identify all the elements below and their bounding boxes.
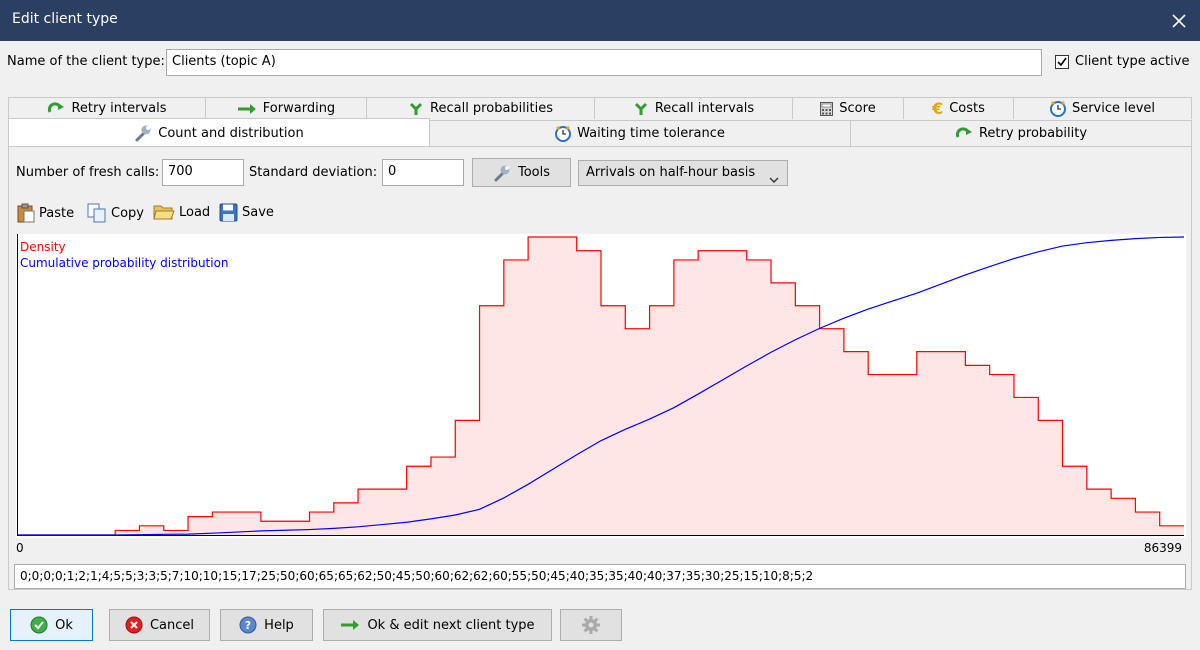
tab-retry-probability[interactable]: Retry probability xyxy=(850,120,1192,146)
paste-icon xyxy=(17,203,35,223)
title-bar: Edit client type xyxy=(0,0,1200,41)
euro-icon: € xyxy=(932,99,944,118)
save-button[interactable]: Save xyxy=(219,203,274,222)
close-icon[interactable] xyxy=(1158,0,1200,41)
forward-arrow-icon xyxy=(237,103,257,115)
clock-icon xyxy=(1049,100,1066,117)
tools-button[interactable]: Tools xyxy=(472,158,571,187)
std-dev-input[interactable]: 0 xyxy=(382,159,464,186)
x-axis-max-label: 86399 xyxy=(1143,541,1182,555)
tab-count-and-distribution[interactable]: Count and distribution xyxy=(8,118,430,147)
retry-arrow-icon xyxy=(47,101,65,116)
paste-button[interactable]: Paste xyxy=(17,203,74,223)
tab-recall-probabilities[interactable]: Recall probabilities xyxy=(366,97,595,119)
help-button[interactable]: ? Help xyxy=(220,609,313,641)
legend-cumulative: Cumulative probability distribution xyxy=(20,256,229,270)
check-circle-icon xyxy=(30,616,48,634)
name-label: Name of the client type: xyxy=(7,54,165,69)
wrench-icon xyxy=(134,124,152,142)
values-input[interactable]: 0;0;0;0;1;2;1;4;5;5;3;3;5;7;10;10;15;17;… xyxy=(14,564,1186,589)
tab-service-level[interactable]: Service level xyxy=(1013,97,1192,119)
name-input[interactable]: Clients (topic A) xyxy=(166,49,1042,76)
cancel-circle-icon xyxy=(125,616,143,634)
calculator-icon xyxy=(820,101,834,116)
x-axis-min-label: 0 xyxy=(16,541,24,555)
chevron-down-icon xyxy=(769,169,779,193)
distribution-chart[interactable]: Density Cumulative probability distribut… xyxy=(16,234,1186,538)
floppy-disk-icon xyxy=(219,203,238,222)
tab-score[interactable]: Score xyxy=(792,97,904,119)
retry-arrow-icon xyxy=(955,126,973,141)
active-checkbox[interactable] xyxy=(1055,55,1069,69)
fresh-calls-label: Number of fresh calls: xyxy=(16,165,160,180)
recall-fork-icon xyxy=(408,102,424,116)
help-icon: ? xyxy=(239,616,257,634)
checkmark-icon xyxy=(1057,57,1067,67)
ok-next-button[interactable]: Ok & edit next client type xyxy=(323,609,552,641)
arrivals-basis-select[interactable]: Arrivals on half-hour basis xyxy=(578,160,788,186)
std-dev-label: Standard deviation: xyxy=(249,165,378,180)
settings-button[interactable] xyxy=(560,609,622,641)
forward-arrow-icon xyxy=(340,619,360,631)
tab-costs[interactable]: € Costs xyxy=(903,97,1014,119)
active-label: Client type active xyxy=(1075,54,1190,69)
tab-waiting-time-tolerance[interactable]: Waiting time tolerance xyxy=(429,120,851,146)
copy-button[interactable]: Copy xyxy=(87,203,144,223)
load-button[interactable]: Load xyxy=(153,203,210,221)
svg-text:?: ? xyxy=(245,619,251,632)
cancel-button[interactable]: Cancel xyxy=(109,609,210,641)
tab-forwarding[interactable]: Forwarding xyxy=(205,97,367,119)
window-title: Edit client type xyxy=(12,11,118,27)
wrench-icon xyxy=(493,164,511,182)
folder-open-icon xyxy=(153,203,175,221)
tab-retry-intervals[interactable]: Retry intervals xyxy=(8,97,206,119)
chart-canvas xyxy=(17,234,1185,536)
tab-recall-intervals[interactable]: Recall intervals xyxy=(594,97,793,119)
clock-icon xyxy=(555,125,572,142)
gear-icon xyxy=(581,615,601,635)
recall-fork-icon xyxy=(633,102,649,116)
legend-density: Density xyxy=(20,240,66,254)
fresh-calls-input[interactable]: 700 xyxy=(162,159,244,186)
copy-icon xyxy=(87,203,107,223)
ok-button[interactable]: Ok xyxy=(10,609,93,641)
